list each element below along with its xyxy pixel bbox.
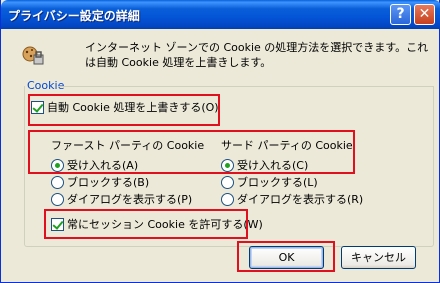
highlight-ok: [237, 241, 335, 272]
highlight-override: [28, 94, 220, 126]
first-party-accept-label: 受け入れる(A): [67, 159, 139, 172]
first-party-block-label: ブロックする(B): [67, 176, 150, 189]
help-icon: ?: [396, 6, 405, 22]
third-party-block-dot[interactable]: [221, 175, 234, 189]
third-party-accept-dot[interactable]: [221, 158, 234, 172]
close-button[interactable]: ✕: [414, 4, 435, 25]
first-party-accept-radio[interactable]: 受け入れる(A): [51, 157, 138, 173]
third-party-prompt-label: ダイアログを表示する(R): [237, 193, 364, 206]
info-description: インターネット ゾーンでの Cookie の処理方法を選択できます。これは自動 …: [85, 41, 429, 69]
first-party-prompt-label: ダイアログを表示する(P): [67, 193, 193, 206]
cancel-button[interactable]: キャンセル: [341, 246, 416, 269]
first-party-accept-dot[interactable]: [51, 158, 64, 172]
first-party-block-radio[interactable]: ブロックする(B): [51, 174, 149, 190]
third-party-prompt-dot[interactable]: [221, 192, 234, 206]
privacy-settings-dialog: プライバシー設定の詳細 ? ✕ インターネット ゾーンでの Cookie の処理…: [0, 0, 440, 283]
third-party-accept-radio[interactable]: 受け入れる(C): [221, 157, 308, 173]
highlight-session: [44, 209, 248, 239]
privacy-cookie-icon: [22, 46, 44, 65]
first-party-prompt-radio[interactable]: ダイアログを表示する(P): [51, 191, 192, 207]
third-party-accept-label: 受け入れる(C): [237, 159, 309, 172]
third-party-block-label: ブロックする(L): [237, 176, 318, 189]
third-party-prompt-radio[interactable]: ダイアログを表示する(R): [221, 191, 363, 207]
first-party-prompt-dot[interactable]: [51, 192, 64, 206]
close-icon: ✕: [418, 6, 431, 22]
title-bar: プライバシー設定の詳細 ? ✕: [1, 0, 440, 29]
window-title: プライバシー設定の詳細: [8, 9, 140, 23]
help-button[interactable]: ?: [390, 4, 411, 25]
third-party-block-radio[interactable]: ブロックする(L): [221, 174, 318, 190]
first-party-block-dot[interactable]: [51, 175, 64, 189]
